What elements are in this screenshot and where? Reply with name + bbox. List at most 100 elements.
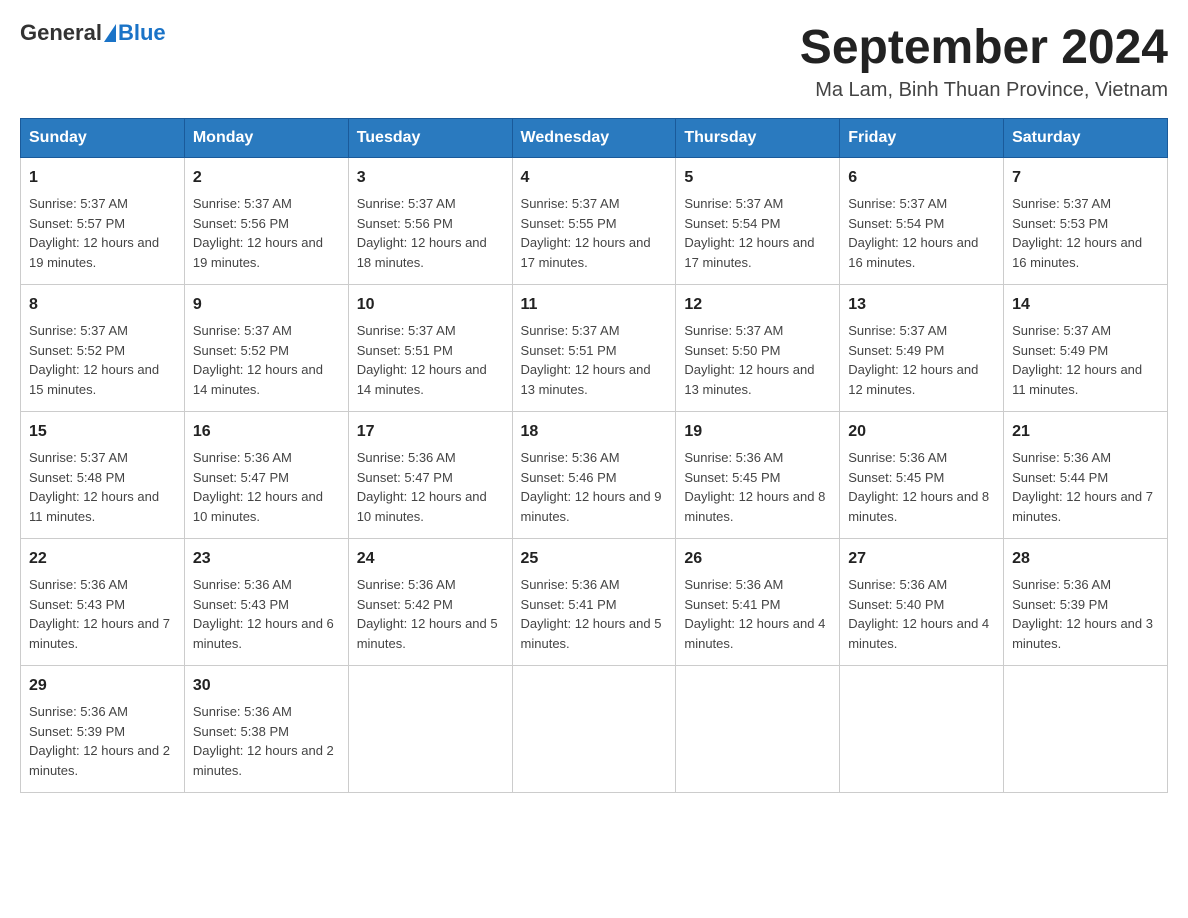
calendar-cell: 10 Sunrise: 5:37 AMSunset: 5:51 PMDayligh… <box>348 285 512 412</box>
day-info: Sunrise: 5:37 AMSunset: 5:49 PMDaylight:… <box>848 323 978 397</box>
calendar-cell: 4 Sunrise: 5:37 AMSunset: 5:55 PMDaylight… <box>512 158 676 285</box>
page-header: General Blue September 2024 Ma Lam, Binh… <box>20 20 1168 102</box>
day-number: 5 <box>684 166 831 190</box>
day-info: Sunrise: 5:37 AMSunset: 5:51 PMDaylight:… <box>357 323 487 397</box>
calendar-cell: 29 Sunrise: 5:36 AMSunset: 5:39 PMDayligh… <box>21 666 185 793</box>
calendar-cell: 13 Sunrise: 5:37 AMSunset: 5:49 PMDayligh… <box>840 285 1004 412</box>
calendar-cell: 24 Sunrise: 5:36 AMSunset: 5:42 PMDayligh… <box>348 539 512 666</box>
day-info: Sunrise: 5:36 AMSunset: 5:44 PMDaylight:… <box>1012 450 1153 524</box>
calendar-cell <box>840 666 1004 793</box>
calendar-header-row: SundayMondayTuesdayWednesdayThursdayFrid… <box>21 119 1168 158</box>
day-info: Sunrise: 5:37 AMSunset: 5:55 PMDaylight:… <box>521 196 651 270</box>
day-number: 13 <box>848 293 995 317</box>
day-number: 30 <box>193 674 340 698</box>
calendar-cell: 21 Sunrise: 5:36 AMSunset: 5:44 PMDayligh… <box>1004 412 1168 539</box>
calendar-cell: 12 Sunrise: 5:37 AMSunset: 5:50 PMDayligh… <box>676 285 840 412</box>
calendar-cell: 17 Sunrise: 5:36 AMSunset: 5:47 PMDayligh… <box>348 412 512 539</box>
calendar-cell: 30 Sunrise: 5:36 AMSunset: 5:38 PMDayligh… <box>184 666 348 793</box>
calendar-cell: 19Sunrise: 5:36 AMSunset: 5:45 PMDayligh… <box>676 412 840 539</box>
day-info: Sunrise: 5:36 AMSunset: 5:41 PMDaylight:… <box>684 577 825 651</box>
day-header-friday: Friday <box>840 119 1004 158</box>
day-number: 2 <box>193 166 340 190</box>
page-title: September 2024 <box>800 20 1168 75</box>
day-number: 3 <box>357 166 504 190</box>
day-number: 4 <box>521 166 668 190</box>
day-info: Sunrise: 5:37 AMSunset: 5:56 PMDaylight:… <box>193 196 323 270</box>
calendar-cell: 14 Sunrise: 5:37 AMSunset: 5:49 PMDayligh… <box>1004 285 1168 412</box>
calendar-cell: 27 Sunrise: 5:36 AMSunset: 5:40 PMDayligh… <box>840 539 1004 666</box>
calendar-cell: 2 Sunrise: 5:37 AMSunset: 5:56 PMDaylight… <box>184 158 348 285</box>
day-info: Sunrise: 5:36 AMSunset: 5:47 PMDaylight:… <box>357 450 487 524</box>
day-info: Sunrise: 5:36 AMSunset: 5:40 PMDaylight:… <box>848 577 989 651</box>
calendar-cell: 28 Sunrise: 5:36 AMSunset: 5:39 PMDayligh… <box>1004 539 1168 666</box>
day-info: Sunrise: 5:36 AMSunset: 5:39 PMDaylight:… <box>29 704 170 778</box>
day-number: 24 <box>357 547 504 571</box>
calendar-cell: 23 Sunrise: 5:36 AMSunset: 5:43 PMDayligh… <box>184 539 348 666</box>
day-number: 6 <box>848 166 995 190</box>
calendar-cell: 15 Sunrise: 5:37 AMSunset: 5:48 PMDayligh… <box>21 412 185 539</box>
day-info: Sunrise: 5:36 AMSunset: 5:46 PMDaylight:… <box>521 450 662 524</box>
day-info: Sunrise: 5:36 AMSunset: 5:43 PMDaylight:… <box>29 577 170 651</box>
day-info: Sunrise: 5:36 AMSunset: 5:38 PMDaylight:… <box>193 704 334 778</box>
day-info: Sunrise: 5:37 AMSunset: 5:49 PMDaylight:… <box>1012 323 1142 397</box>
day-number: 28 <box>1012 547 1159 571</box>
calendar-cell <box>676 666 840 793</box>
calendar-week-row: 22 Sunrise: 5:36 AMSunset: 5:43 PMDayligh… <box>21 539 1168 666</box>
title-block: September 2024 Ma Lam, Binh Thuan Provin… <box>800 20 1168 102</box>
day-info: Sunrise: 5:37 AMSunset: 5:56 PMDaylight:… <box>357 196 487 270</box>
calendar-week-row: 1Sunrise: 5:37 AMSunset: 5:57 PMDaylight… <box>21 158 1168 285</box>
day-number: 12 <box>684 293 831 317</box>
day-info: Sunrise: 5:37 AMSunset: 5:54 PMDaylight:… <box>684 196 814 270</box>
calendar-cell: 18 Sunrise: 5:36 AMSunset: 5:46 PMDayligh… <box>512 412 676 539</box>
day-number: 21 <box>1012 420 1159 444</box>
calendar-cell <box>1004 666 1168 793</box>
page-subtitle: Ma Lam, Binh Thuan Province, Vietnam <box>800 79 1168 102</box>
day-number: 16 <box>193 420 340 444</box>
day-info: Sunrise: 5:36 AMSunset: 5:45 PMDaylight:… <box>684 450 825 524</box>
day-number: 17 <box>357 420 504 444</box>
day-number: 25 <box>521 547 668 571</box>
day-info: Sunrise: 5:36 AMSunset: 5:41 PMDaylight:… <box>521 577 662 651</box>
calendar-cell <box>512 666 676 793</box>
day-info: Sunrise: 5:36 AMSunset: 5:39 PMDaylight:… <box>1012 577 1153 651</box>
day-number: 27 <box>848 547 995 571</box>
day-number: 10 <box>357 293 504 317</box>
day-header-saturday: Saturday <box>1004 119 1168 158</box>
day-number: 15 <box>29 420 176 444</box>
calendar-cell: 16Sunrise: 5:36 AMSunset: 5:47 PMDayligh… <box>184 412 348 539</box>
day-info: Sunrise: 5:37 AMSunset: 5:50 PMDaylight:… <box>684 323 814 397</box>
day-info: Sunrise: 5:36 AMSunset: 5:45 PMDaylight:… <box>848 450 989 524</box>
calendar-week-row: 15 Sunrise: 5:37 AMSunset: 5:48 PMDayligh… <box>21 412 1168 539</box>
day-header-monday: Monday <box>184 119 348 158</box>
calendar-table: SundayMondayTuesdayWednesdayThursdayFrid… <box>20 118 1168 793</box>
day-info: Sunrise: 5:37 AMSunset: 5:52 PMDaylight:… <box>29 323 159 397</box>
calendar-cell: 1Sunrise: 5:37 AMSunset: 5:57 PMDaylight… <box>21 158 185 285</box>
day-info: Sunrise: 5:36 AMSunset: 5:42 PMDaylight:… <box>357 577 498 651</box>
day-number: 29 <box>29 674 176 698</box>
logo-icon <box>104 24 116 42</box>
calendar-cell: 5 Sunrise: 5:37 AMSunset: 5:54 PMDaylight… <box>676 158 840 285</box>
day-number: 23 <box>193 547 340 571</box>
calendar-cell: 3 Sunrise: 5:37 AMSunset: 5:56 PMDaylight… <box>348 158 512 285</box>
calendar-cell: 26 Sunrise: 5:36 AMSunset: 5:41 PMDayligh… <box>676 539 840 666</box>
day-number: 22 <box>29 547 176 571</box>
day-number: 7 <box>1012 166 1159 190</box>
day-number: 14 <box>1012 293 1159 317</box>
calendar-cell: 6 Sunrise: 5:37 AMSunset: 5:54 PMDaylight… <box>840 158 1004 285</box>
day-header-wednesday: Wednesday <box>512 119 676 158</box>
day-header-thursday: Thursday <box>676 119 840 158</box>
day-number: 18 <box>521 420 668 444</box>
day-number: 8 <box>29 293 176 317</box>
day-info: Sunrise: 5:37 AMSunset: 5:54 PMDaylight:… <box>848 196 978 270</box>
day-number: 1 <box>29 166 176 190</box>
calendar-cell: 20 Sunrise: 5:36 AMSunset: 5:45 PMDayligh… <box>840 412 1004 539</box>
day-number: 20 <box>848 420 995 444</box>
day-header-tuesday: Tuesday <box>348 119 512 158</box>
day-info: Sunrise: 5:37 AMSunset: 5:52 PMDaylight:… <box>193 323 323 397</box>
calendar-cell: 9Sunrise: 5:37 AMSunset: 5:52 PMDaylight… <box>184 285 348 412</box>
day-info: Sunrise: 5:37 AMSunset: 5:51 PMDaylight:… <box>521 323 651 397</box>
day-number: 26 <box>684 547 831 571</box>
calendar-cell: 7Sunrise: 5:37 AMSunset: 5:53 PMDaylight… <box>1004 158 1168 285</box>
day-info: Sunrise: 5:36 AMSunset: 5:43 PMDaylight:… <box>193 577 334 651</box>
day-info: Sunrise: 5:37 AMSunset: 5:48 PMDaylight:… <box>29 450 159 524</box>
